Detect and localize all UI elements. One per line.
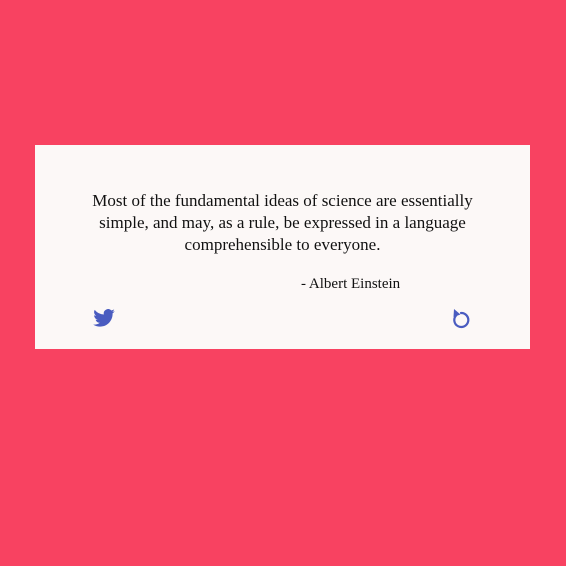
quote-card: Most of the fundamental ideas of science…: [35, 145, 530, 349]
twitter-bird-icon: [93, 309, 115, 327]
quote-text: Most of the fundamental ideas of science…: [92, 191, 473, 254]
quote-author: - Albert Einstein: [301, 276, 401, 292]
tweet-quote-button[interactable]: [91, 305, 117, 331]
refresh-icon: [451, 307, 471, 329]
new-quote-button[interactable]: [448, 305, 474, 331]
